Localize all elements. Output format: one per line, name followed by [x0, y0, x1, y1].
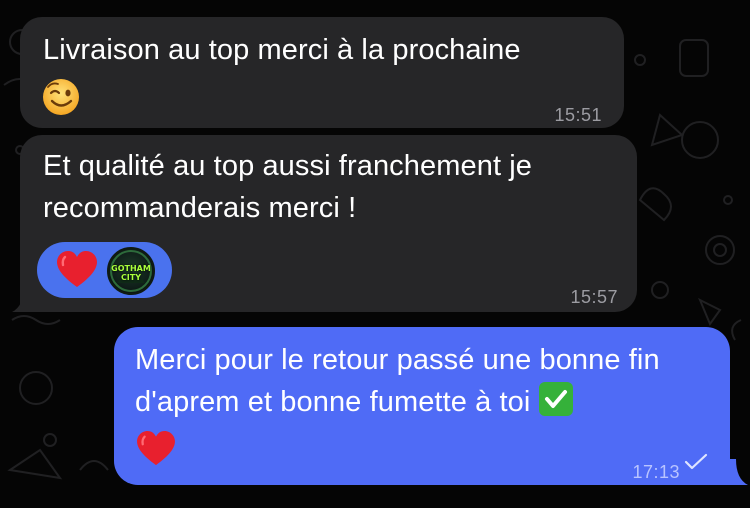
bubble-tail — [720, 459, 748, 485]
chat-view: Livraison au top merci à la prochaine 15… — [0, 0, 750, 508]
message-timestamp: 15:51 — [554, 105, 602, 125]
bubble-tail — [12, 286, 40, 312]
heart-reaction-icon — [57, 251, 97, 287]
message-bubble-outgoing[interactable]: Merci pour le retour passé une bonne fin… — [114, 327, 730, 485]
message-text: Et qualité au top aussi franchement je r… — [43, 150, 533, 224]
wink-emoji — [42, 78, 80, 124]
sent-check-icon — [684, 453, 708, 470]
red-heart-emoji — [137, 431, 175, 466]
message-text: Livraison au top merci à la prochaine — [43, 34, 521, 66]
reactor-avatar[interactable]: GOTHAM CITY — [107, 247, 155, 295]
message-text: Merci pour le retour passé une bonne fin… — [135, 339, 715, 423]
check-mark-button-emoji — [538, 382, 573, 416]
message-timestamp: 17:13 — [632, 462, 680, 482]
message-timestamp: 15:57 — [570, 287, 618, 307]
avatar-label-bottom: CITY — [120, 273, 142, 282]
reactions-pill[interactable]: GOTHAM CITY — [37, 242, 172, 298]
message-bubble-incoming[interactable]: Livraison au top merci à la prochaine 15… — [20, 17, 624, 128]
avatar-label-top: GOTHAM — [111, 264, 151, 273]
message-text-body: Merci pour le retour passé une bonne fin… — [135, 344, 660, 418]
